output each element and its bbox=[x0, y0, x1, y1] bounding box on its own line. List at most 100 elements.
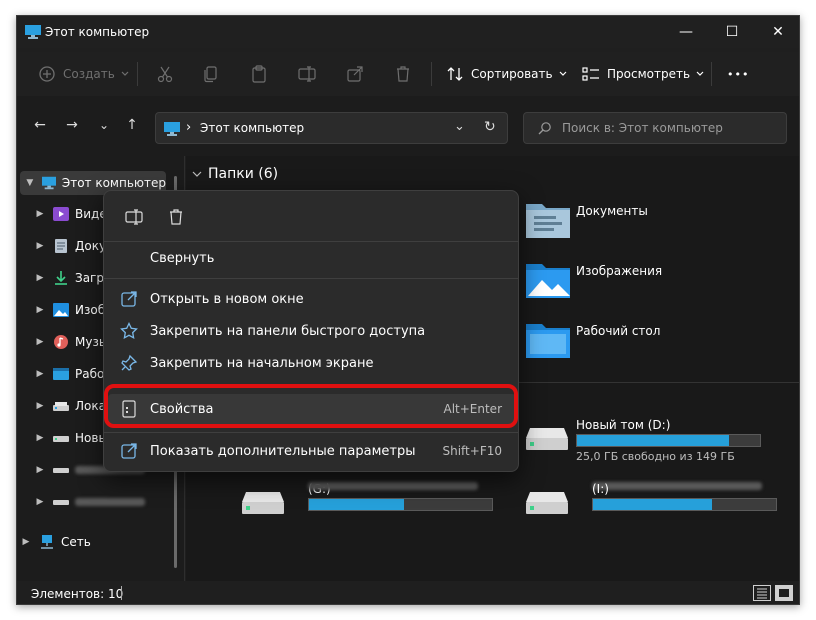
pictures-folder-icon bbox=[526, 264, 570, 298]
chevron-down-icon bbox=[121, 71, 129, 76]
blurred-text bbox=[75, 498, 145, 506]
ctx-separator bbox=[104, 278, 518, 279]
chevron-right-icon[interactable]: ▶ bbox=[33, 273, 47, 283]
chevron-right-icon[interactable]: ▶ bbox=[33, 305, 47, 315]
chevron-right-icon[interactable]: ▶ bbox=[33, 401, 47, 411]
properties-highlight-box bbox=[104, 384, 518, 428]
command-bar: Создать Сортировать Просмотреть ••• bbox=[17, 52, 799, 96]
chevron-down-icon bbox=[559, 71, 567, 76]
address-bar[interactable]: › Этот компьютер ⌄ ↻ bbox=[155, 112, 508, 144]
drive-d[interactable]: Новый том (D:) 25,0 ГБ свободно из 149 Г… bbox=[526, 416, 766, 468]
rename-button[interactable] bbox=[297, 58, 317, 90]
address-path[interactable]: Этот компьютер bbox=[200, 121, 304, 135]
search-icon bbox=[538, 122, 551, 135]
sidebar-item-network[interactable]: ▶ Сеть bbox=[19, 530, 187, 554]
folder-desktop[interactable]: Рабочий стол bbox=[526, 316, 726, 368]
delete-button[interactable] bbox=[393, 58, 413, 90]
minimize-button[interactable]: — bbox=[663, 16, 709, 48]
pc-icon bbox=[41, 176, 56, 190]
drive-usage-fill bbox=[577, 435, 729, 446]
context-menu: Свернуть Открыть в новом окне Закрепить … bbox=[103, 190, 519, 472]
folder-pictures[interactable]: Изображения bbox=[526, 256, 726, 308]
copy-button[interactable] bbox=[201, 58, 221, 90]
sidebar-item-label: Этот компьютер bbox=[61, 176, 166, 190]
ctx-open-new-window[interactable]: Открыть в новом окне bbox=[108, 284, 516, 314]
create-button[interactable]: Создать bbox=[37, 58, 129, 90]
scissors-icon bbox=[157, 66, 173, 83]
folders-section-header[interactable]: Папки (6) bbox=[192, 166, 278, 182]
refresh-button[interactable]: ↻ bbox=[484, 119, 496, 135]
share-button[interactable] bbox=[345, 58, 365, 90]
pin-icon bbox=[121, 354, 138, 371]
cut-button[interactable] bbox=[155, 58, 175, 90]
drive-i[interactable]: (I:) bbox=[526, 480, 777, 532]
toolbar-separator bbox=[711, 62, 712, 86]
pc-icon bbox=[25, 25, 41, 39]
blurred-text bbox=[308, 482, 478, 490]
chevron-right-icon[interactable]: ▶ bbox=[33, 465, 47, 475]
folders-section-title: Папки (6) bbox=[208, 166, 279, 182]
ctx-collapse[interactable]: Свернуть bbox=[108, 243, 516, 273]
tiles-view-button[interactable] bbox=[775, 585, 793, 601]
rename-icon bbox=[125, 209, 143, 225]
chevron-down-icon[interactable]: ▼ bbox=[20, 178, 40, 188]
drive-label: Новый том (D:) bbox=[576, 418, 671, 432]
view-label: Просмотреть bbox=[607, 67, 691, 81]
drive-usage-bar bbox=[308, 498, 493, 511]
paste-button[interactable] bbox=[249, 58, 269, 90]
section-divider bbox=[516, 382, 799, 383]
chevron-right-icon[interactable]: ▶ bbox=[33, 433, 47, 443]
create-label: Создать bbox=[63, 67, 115, 81]
tiles-view-icon bbox=[779, 589, 789, 597]
more-button[interactable]: ••• bbox=[727, 58, 749, 90]
ctx-rename-button[interactable] bbox=[118, 203, 150, 231]
title-bar: Этот компьютер — ☐ ✕ bbox=[17, 16, 799, 48]
chevron-right-icon[interactable]: ▶ bbox=[19, 537, 33, 547]
folder-documents[interactable]: Документы bbox=[526, 196, 726, 248]
details-view-button[interactable] bbox=[753, 585, 771, 601]
address-dropdown-button[interactable]: ⌄ bbox=[454, 119, 465, 134]
toolbar-separator bbox=[137, 62, 138, 86]
items-count: Элементов: 10 bbox=[31, 587, 124, 601]
network-icon bbox=[41, 535, 53, 549]
ctx-pin-quick-access[interactable]: Закрепить на панели быстрого доступа bbox=[108, 316, 516, 346]
folder-label: Рабочий стол bbox=[576, 324, 661, 338]
pc-icon bbox=[164, 122, 180, 136]
recent-locations-button[interactable]: ⌄ bbox=[93, 114, 115, 136]
ctx-delete-button[interactable] bbox=[160, 203, 192, 231]
network-drive-icon bbox=[242, 492, 284, 514]
explorer-window: Этот компьютер — ☐ ✕ Создать Сортировать… bbox=[16, 15, 800, 605]
video-icon bbox=[53, 207, 69, 221]
back-button[interactable]: ← bbox=[29, 114, 51, 136]
documents-icon bbox=[55, 239, 67, 253]
show-more-icon bbox=[121, 443, 137, 459]
chevron-right-icon[interactable]: ▶ bbox=[33, 241, 47, 251]
ctx-show-more-options[interactable]: Показать дополнительные параметры Shift+… bbox=[108, 436, 516, 466]
desktop-folder-icon bbox=[526, 324, 570, 358]
open-new-window-icon bbox=[121, 291, 137, 307]
ctx-pin-start[interactable]: Закрепить на начальном экране bbox=[108, 348, 516, 378]
maximize-button[interactable]: ☐ bbox=[709, 16, 755, 48]
drive-usage-fill bbox=[593, 499, 712, 510]
folder-label: Документы bbox=[576, 204, 648, 218]
ctx-item-label: Открыть в новом окне bbox=[150, 291, 304, 307]
chevron-right-icon[interactable]: ▶ bbox=[33, 337, 47, 347]
forward-button[interactable]: → bbox=[61, 114, 83, 136]
drive-label: (I:) bbox=[592, 482, 609, 496]
sort-button[interactable]: Сортировать bbox=[445, 58, 567, 90]
ctx-item-shortcut: Shift+F10 bbox=[442, 444, 502, 458]
view-button[interactable]: Просмотреть bbox=[581, 58, 704, 90]
close-button[interactable]: ✕ bbox=[755, 16, 799, 48]
chevron-right-icon[interactable]: ▶ bbox=[33, 369, 47, 379]
chevron-right-icon[interactable]: ▶ bbox=[33, 209, 47, 219]
up-button[interactable]: ↑ bbox=[121, 114, 143, 136]
search-box[interactable] bbox=[523, 112, 787, 144]
breadcrumb-separator[interactable]: › bbox=[186, 120, 191, 135]
search-input[interactable] bbox=[562, 119, 782, 137]
pictures-icon bbox=[53, 303, 69, 317]
sidebar-item-label: Сеть bbox=[61, 535, 91, 549]
drive-icon bbox=[53, 402, 69, 411]
share-icon bbox=[347, 66, 363, 82]
trash-icon bbox=[397, 66, 409, 82]
chevron-right-icon[interactable]: ▶ bbox=[33, 497, 47, 507]
